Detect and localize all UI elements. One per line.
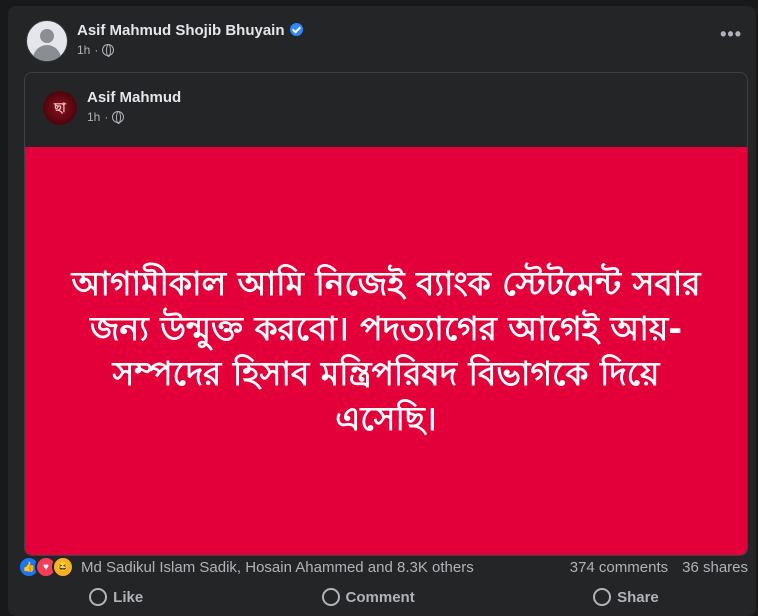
like-button[interactable]: Like (89, 587, 143, 607)
more-options-icon[interactable]: ••• (720, 24, 742, 45)
shared-post[interactable]: ছা Asif Mahmud 1h · আগামীকাল আমি নিজেই ব… (24, 72, 748, 556)
like-icon (89, 588, 108, 606)
avatar-body (33, 45, 61, 61)
text-banner: আগামীকাল আমি নিজেই ব্যাংক স্টেটমেন্ট সবা… (25, 147, 747, 555)
author-avatar[interactable] (26, 20, 68, 62)
globe-icon[interactable] (102, 44, 115, 57)
share-label: Share (617, 588, 659, 606)
shared-post-time[interactable]: 1h (87, 110, 100, 124)
verified-badge-icon (289, 23, 303, 36)
meta-separator: · (94, 43, 99, 57)
reactions-summary[interactable]: 👍 ♥ 😆 Md Sadikul Islam Sadik, Hosain Aha… (18, 556, 474, 578)
share-button[interactable]: Share (593, 587, 659, 607)
like-label: Like (113, 588, 144, 606)
post-stats: 374 comments 36 shares (570, 559, 748, 576)
shares-count[interactable]: 36 shares (682, 559, 748, 576)
meta-separator: · (104, 110, 109, 124)
comment-label: Comment (345, 588, 415, 606)
avatar-head (40, 29, 54, 43)
share-icon (593, 588, 612, 606)
shared-author-avatar[interactable]: ছা (43, 91, 77, 125)
post-meta: 1h · (77, 43, 115, 57)
comment-icon (321, 588, 340, 606)
post-actions: Like Comment Share (0, 587, 748, 607)
comment-button[interactable]: Comment (321, 587, 415, 607)
comments-count[interactable]: 374 comments (570, 559, 668, 576)
haha-icon: 😆 (52, 556, 74, 578)
banner-text: আগামীকাল আমি নিজেই ব্যাংক স্টেটমেন্ট সবা… (71, 264, 701, 438)
post-time[interactable]: 1h (77, 43, 90, 57)
globe-icon[interactable] (112, 111, 125, 124)
feed-post: Asif Mahmud Shojib Bhuyain 1h · ••• ছা A… (8, 6, 756, 616)
shared-post-meta: 1h · (87, 110, 125, 124)
post-author-name[interactable]: Asif Mahmud Shojib Bhuyain (77, 22, 285, 39)
reactions-text[interactable]: Md Sadikul Islam Sadik, Hosain Ahammed a… (81, 559, 474, 576)
shared-author-name[interactable]: Asif Mahmud (87, 89, 181, 106)
post-author[interactable]: Asif Mahmud Shojib Bhuyain (77, 22, 303, 39)
